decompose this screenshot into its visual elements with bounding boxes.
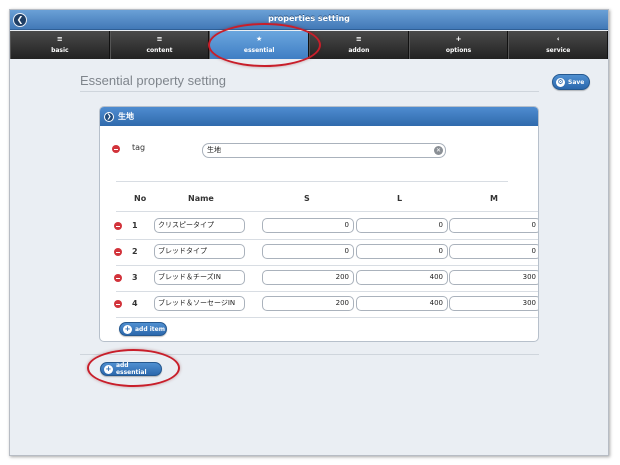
highlight-essential-tab xyxy=(208,23,321,67)
table-row: 3 ブレッド＆チーズIN 200 400 300 xyxy=(100,265,538,291)
table-row: 2 ブレッドタイプ 0 0 0 xyxy=(100,239,538,265)
row-number: 1 xyxy=(132,221,138,230)
tab-label: content xyxy=(146,47,173,54)
s-input[interactable]: 200 xyxy=(262,296,354,311)
row-number: 3 xyxy=(132,273,138,282)
remove-row-icon[interactable] xyxy=(114,248,122,256)
tab-label: options xyxy=(445,47,472,54)
name-input[interactable]: ブレッド＆ソーセージIN xyxy=(154,296,245,311)
remove-tag-icon[interactable] xyxy=(112,145,120,153)
name-input[interactable]: ブレッド＆チーズIN xyxy=(154,270,245,285)
list-icon: ≡ xyxy=(355,35,362,43)
tag-input[interactable]: 生地 ✕ xyxy=(202,143,446,158)
name-input[interactable]: クリスピータイプ xyxy=(154,218,245,233)
title-bar: ❮ properties setting xyxy=(10,10,608,30)
l-input[interactable]: 0 xyxy=(356,218,448,233)
column-header-l: L xyxy=(397,194,403,203)
s-input[interactable]: 0 xyxy=(262,244,354,259)
chevron-left-icon: ‹ xyxy=(556,35,560,43)
m-input[interactable]: 0 xyxy=(449,218,538,233)
divider xyxy=(116,211,538,212)
tag-label: tag xyxy=(132,143,146,152)
tab-addon[interactable]: ≡ addon xyxy=(309,31,409,59)
divider xyxy=(80,91,539,92)
column-header-m: M xyxy=(490,194,498,203)
chevron-down-icon: ❯ xyxy=(104,111,114,122)
row-number: 4 xyxy=(132,299,138,308)
row-number: 2 xyxy=(132,247,138,256)
name-input[interactable]: ブレッドタイプ xyxy=(154,244,245,259)
clear-icon[interactable]: ✕ xyxy=(434,146,443,155)
plus-icon: + xyxy=(123,324,132,334)
divider xyxy=(116,181,508,182)
add-item-label: add item xyxy=(135,325,165,333)
remove-row-icon[interactable] xyxy=(114,300,122,308)
l-input[interactable]: 400 xyxy=(356,296,448,311)
m-input[interactable]: 300 xyxy=(449,270,538,285)
column-header-no: No xyxy=(134,194,147,203)
tab-options[interactable]: + options xyxy=(408,31,509,59)
divider xyxy=(116,317,538,318)
save-button[interactable]: ⚙ Save xyxy=(552,74,590,90)
tab-content[interactable]: ≡ content xyxy=(109,31,210,59)
gear-icon: ⚙ xyxy=(556,77,565,87)
app-frame: ❮ properties setting ≡ basic ≡ content ★… xyxy=(9,9,609,456)
tab-label: addon xyxy=(348,47,370,54)
add-item-button[interactable]: + add item xyxy=(119,322,167,336)
s-input[interactable]: 200 xyxy=(262,270,354,285)
list-icon: ≡ xyxy=(56,35,63,43)
column-header-s: S xyxy=(304,194,310,203)
s-input[interactable]: 0 xyxy=(262,218,354,233)
highlight-add-essential xyxy=(87,349,180,387)
panel-header[interactable]: ❯ 生地 xyxy=(100,107,538,126)
page-title: Essential property setting xyxy=(80,73,226,88)
tab-label: service xyxy=(546,47,571,54)
tab-label: basic xyxy=(51,47,69,54)
remove-row-icon[interactable] xyxy=(114,222,122,230)
table-row: 1 クリスピータイプ 0 0 0 xyxy=(100,213,538,239)
column-header-name: Name xyxy=(188,194,214,203)
l-input[interactable]: 0 xyxy=(356,244,448,259)
list-icon: ≡ xyxy=(156,35,163,43)
tag-value: 生地 xyxy=(207,146,221,154)
plus-icon: + xyxy=(455,35,462,43)
table-row: 4 ブレッド＆ソーセージIN 200 400 300 xyxy=(100,291,538,317)
remove-row-icon[interactable] xyxy=(114,274,122,282)
tab-service[interactable]: ‹ service xyxy=(508,31,608,59)
panel-title: 生地 xyxy=(118,112,134,121)
window-title: properties setting xyxy=(268,14,350,23)
m-input[interactable]: 0 xyxy=(449,244,538,259)
l-input[interactable]: 400 xyxy=(356,270,448,285)
m-input[interactable]: 300 xyxy=(449,296,538,311)
tab-basic[interactable]: ≡ basic xyxy=(10,31,110,59)
essential-panel: ❯ 生地 tag 生地 ✕ No Name S L M 1 クリスピータイプ 0… xyxy=(99,106,539,342)
save-label: Save xyxy=(568,78,585,86)
